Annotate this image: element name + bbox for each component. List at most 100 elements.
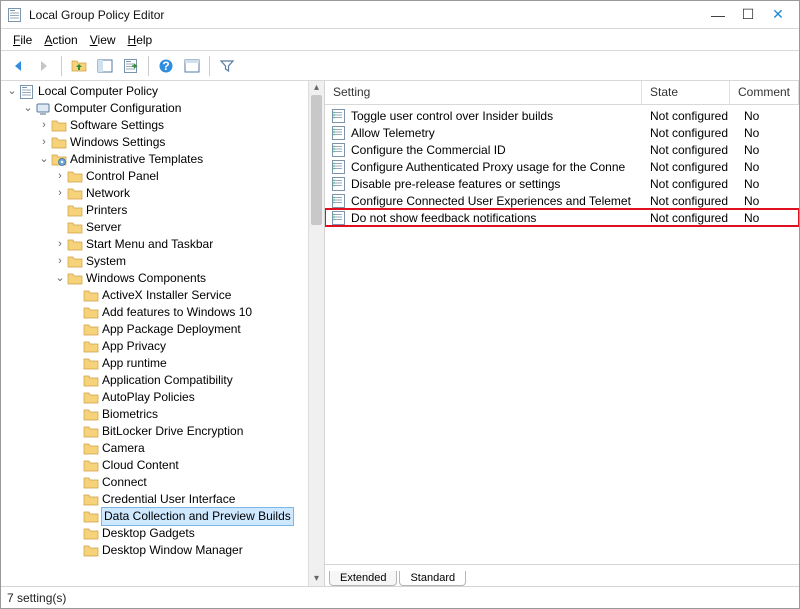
setting-row[interactable]: Do not show feedback notificationsNot co… xyxy=(325,209,799,226)
setting-comment: No xyxy=(730,177,799,191)
tree-item[interactable]: Data Collection and Preview Builds xyxy=(5,508,308,525)
export-button[interactable] xyxy=(120,55,142,77)
close-button[interactable]: ✕ xyxy=(763,6,793,23)
setting-state: Not configured xyxy=(642,109,730,123)
scroll-down-icon[interactable]: ▾ xyxy=(309,572,324,586)
export-icon xyxy=(123,58,139,74)
tab-extended[interactable]: Extended xyxy=(329,571,397,586)
tree-item[interactable]: BitLocker Drive Encryption xyxy=(5,423,308,440)
setting-state: Not configured xyxy=(642,143,730,157)
tree-item[interactable]: ›Control Panel xyxy=(5,168,308,185)
filter-button[interactable] xyxy=(216,55,238,77)
properties-icon xyxy=(184,58,200,74)
folder-icon xyxy=(83,288,99,304)
up-button[interactable] xyxy=(68,55,90,77)
tree-item[interactable]: Application Compatibility xyxy=(5,372,308,389)
tree-scrollbar[interactable]: ▴ ▾ xyxy=(308,81,324,586)
chevron-down-icon[interactable]: ⌄ xyxy=(5,83,19,100)
tree-item[interactable]: Camera xyxy=(5,440,308,457)
setting-icon xyxy=(331,159,347,175)
minimize-button[interactable]: — xyxy=(703,7,733,23)
scroll-up-icon[interactable]: ▴ xyxy=(309,81,324,95)
setting-row[interactable]: Configure Connected User Experiences and… xyxy=(325,192,799,209)
tree-label: Application Compatibility xyxy=(102,372,233,389)
tree-label: ActiveX Installer Service xyxy=(102,287,231,304)
comp-icon xyxy=(35,101,51,117)
list-header: Setting State Comment xyxy=(325,81,799,105)
show-hide-tree-button[interactable] xyxy=(94,55,116,77)
tree-item[interactable]: Desktop Gadgets xyxy=(5,525,308,542)
setting-row[interactable]: Configure Authenticated Proxy usage for … xyxy=(325,158,799,175)
folder-icon xyxy=(67,237,83,253)
tree-item[interactable]: ⌄Computer Configuration xyxy=(5,100,308,117)
chevron-right-icon[interactable]: › xyxy=(37,117,51,134)
settings-list[interactable]: Toggle user control over Insider buildsN… xyxy=(325,105,799,564)
setting-row[interactable]: Configure the Commercial IDNot configure… xyxy=(325,141,799,158)
chevron-right-icon[interactable]: › xyxy=(53,168,67,185)
col-state[interactable]: State xyxy=(642,81,730,104)
tree-item[interactable]: Printers xyxy=(5,202,308,219)
tree-item[interactable]: AutoPlay Policies xyxy=(5,389,308,406)
col-comment[interactable]: Comment xyxy=(730,81,799,104)
folder-icon xyxy=(83,526,99,542)
tree-item[interactable]: Desktop Window Manager xyxy=(5,542,308,559)
folder-icon xyxy=(67,254,83,270)
tree-item[interactable]: ›Software Settings xyxy=(5,117,308,134)
toolbar-separator xyxy=(209,56,210,76)
tree-item[interactable]: App runtime xyxy=(5,355,308,372)
panes-icon xyxy=(97,58,113,74)
chevron-down-icon[interactable]: ⌄ xyxy=(21,100,35,117)
menu-view[interactable]: View xyxy=(84,33,122,47)
chevron-down-icon[interactable]: ⌄ xyxy=(37,151,51,168)
tree-label: Printers xyxy=(86,202,127,219)
tree-item[interactable]: Credential User Interface xyxy=(5,491,308,508)
back-button[interactable] xyxy=(7,55,29,77)
tree-pane: ⌄Local Computer Policy⌄Computer Configur… xyxy=(1,81,325,586)
setting-row[interactable]: Disable pre-release features or settings… xyxy=(325,175,799,192)
tree-item[interactable]: Add features to Windows 10 xyxy=(5,304,308,321)
tree-item[interactable]: ⌄ Windows Components xyxy=(5,270,308,287)
tree-label: Windows Components xyxy=(86,270,206,287)
tree-label: Camera xyxy=(102,440,145,457)
policy-tree[interactable]: ⌄Local Computer Policy⌄Computer Configur… xyxy=(1,81,308,586)
setting-row[interactable]: Toggle user control over Insider buildsN… xyxy=(325,107,799,124)
tree-item[interactable]: App Privacy xyxy=(5,338,308,355)
window-title: Local Group Policy Editor xyxy=(29,8,703,22)
setting-icon xyxy=(331,125,347,141)
chevron-right-icon[interactable]: › xyxy=(53,253,67,270)
tree-item[interactable]: Server xyxy=(5,219,308,236)
tree-item[interactable]: ActiveX Installer Service xyxy=(5,287,308,304)
properties-button[interactable] xyxy=(181,55,203,77)
help-button[interactable]: ? xyxy=(155,55,177,77)
tree-item[interactable]: ⌄Administrative Templates xyxy=(5,151,308,168)
tree-item[interactable]: ⌄Local Computer Policy xyxy=(5,83,308,100)
tab-standard[interactable]: Standard xyxy=(399,571,466,586)
menubar: File Action View Help xyxy=(1,29,799,51)
tree-label: App Privacy xyxy=(102,338,166,355)
tree-label: Desktop Gadgets xyxy=(102,525,195,542)
tree-item[interactable]: Cloud Content xyxy=(5,457,308,474)
tree-item[interactable]: ›System xyxy=(5,253,308,270)
chevron-down-icon[interactable]: ⌄ xyxy=(53,270,67,287)
setting-row[interactable]: Allow TelemetryNot configuredNo xyxy=(325,124,799,141)
maximize-button[interactable]: ☐ xyxy=(733,6,763,23)
content-area: ⌄Local Computer Policy⌄Computer Configur… xyxy=(1,81,799,586)
menu-action[interactable]: Action xyxy=(38,33,83,47)
col-setting[interactable]: Setting xyxy=(325,81,642,104)
forward-button[interactable] xyxy=(33,55,55,77)
tree-item[interactable]: App Package Deployment xyxy=(5,321,308,338)
menu-help[interactable]: Help xyxy=(122,33,159,47)
statusbar: 7 setting(s) xyxy=(1,586,799,608)
scroll-thumb[interactable] xyxy=(311,95,322,225)
tree-item[interactable]: ›Network xyxy=(5,185,308,202)
menu-file[interactable]: File xyxy=(7,33,38,47)
tree-item[interactable]: Biometrics xyxy=(5,406,308,423)
folder-icon xyxy=(83,458,99,474)
chevron-right-icon[interactable]: › xyxy=(53,236,67,253)
chevron-right-icon[interactable]: › xyxy=(37,134,51,151)
setting-state: Not configured xyxy=(642,160,730,174)
chevron-right-icon[interactable]: › xyxy=(53,185,67,202)
tree-item[interactable]: ›Start Menu and Taskbar xyxy=(5,236,308,253)
tree-item[interactable]: Connect xyxy=(5,474,308,491)
tree-item[interactable]: ›Windows Settings xyxy=(5,134,308,151)
